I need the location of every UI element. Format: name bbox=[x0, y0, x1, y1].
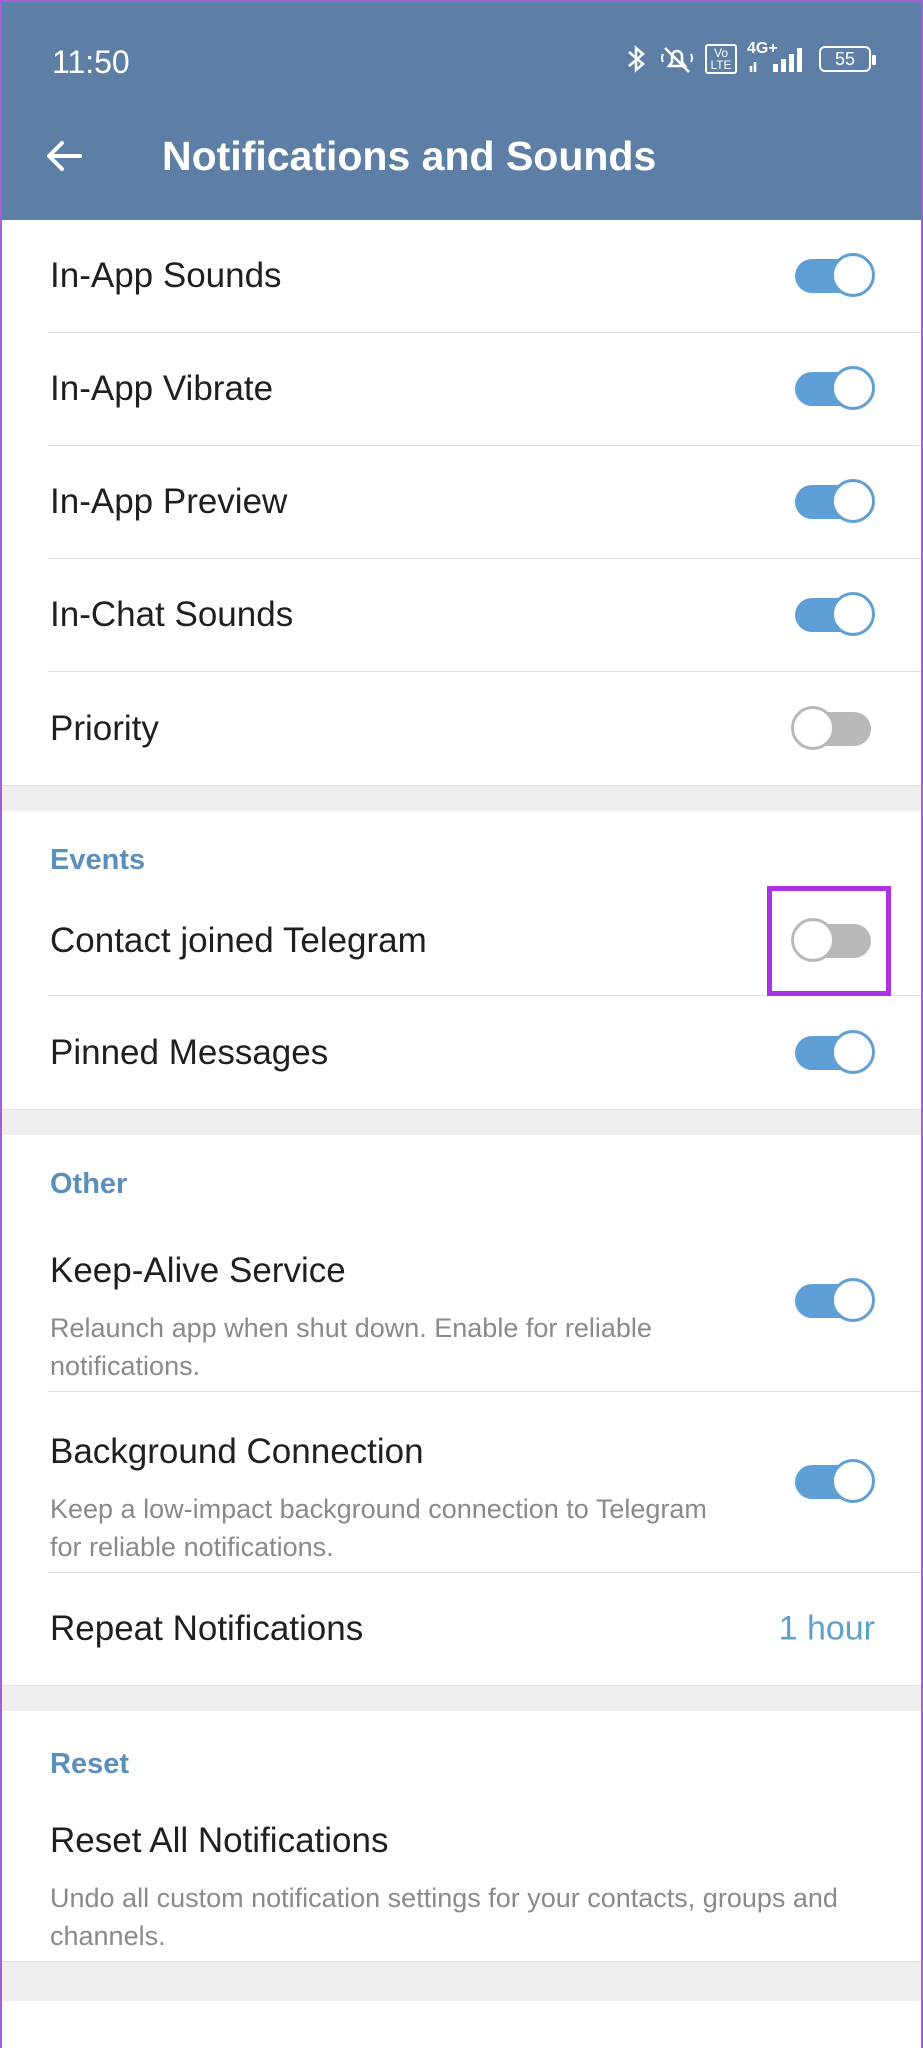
setting-keep-alive[interactable]: Keep-Alive Service Relaunch app when shu… bbox=[48, 1211, 923, 1392]
section-divider bbox=[0, 1685, 923, 1711]
setting-label: Repeat Notifications bbox=[50, 1609, 364, 1648]
toggle-knob bbox=[791, 705, 835, 750]
highlight-box bbox=[767, 886, 891, 996]
toggle-switch[interactable] bbox=[795, 366, 875, 410]
toggle-knob bbox=[831, 366, 875, 410]
status-icons: Vo LTE 4G+ 55 bbox=[625, 40, 876, 74]
status-bar: 11:50 Vo LTE 4G+ 55 bbox=[0, 0, 923, 120]
back-button[interactable] bbox=[38, 130, 90, 182]
toggle-switch[interactable] bbox=[795, 592, 875, 636]
section-title: Other bbox=[50, 1168, 128, 1200]
section-header-other: Other bbox=[0, 1135, 923, 1211]
toggle-knob bbox=[831, 1278, 875, 1322]
setting-pinned-messages[interactable]: Pinned Messages bbox=[48, 996, 923, 1109]
toggle-knob bbox=[831, 479, 875, 523]
app-bar: 11:50 Vo LTE 4G+ 55 Notifications and So… bbox=[0, 0, 923, 220]
toggle-switch[interactable] bbox=[795, 1029, 875, 1074]
setting-label: Background Connection bbox=[50, 1432, 424, 1471]
arrow-left-icon bbox=[47, 141, 82, 171]
battery-icon: 55 bbox=[819, 46, 876, 72]
setting-description: Keep a low-impact background connection … bbox=[50, 1494, 707, 1562]
setting-contact-joined[interactable]: Contact joined Telegram bbox=[48, 886, 923, 996]
section-title: Reset bbox=[50, 1748, 129, 1780]
setting-label: In-App Vibrate bbox=[50, 369, 274, 408]
setting-in-app-sounds[interactable]: In-App Sounds bbox=[48, 220, 923, 333]
setting-label: Keep-Alive Service bbox=[50, 1251, 346, 1290]
toggle-knob bbox=[831, 1029, 875, 1074]
setting-label: Pinned Messages bbox=[50, 1032, 329, 1072]
setting-in-chat-sounds[interactable]: In-Chat Sounds bbox=[48, 559, 923, 672]
setting-in-app-preview[interactable]: In-App Preview bbox=[48, 446, 923, 559]
status-time: 11:50 bbox=[52, 44, 130, 80]
setting-repeat-notifications[interactable]: Repeat Notifications 1 hour bbox=[48, 1573, 923, 1685]
settings-list: In-App Sounds In-App Vibrate In-App Prev… bbox=[0, 220, 923, 2001]
setting-label: In-Chat Sounds bbox=[50, 595, 294, 634]
section-divider bbox=[0, 1109, 923, 1135]
setting-label: Reset All Notifications bbox=[50, 1821, 389, 1860]
setting-description: Relaunch app when shut down. Enable for … bbox=[50, 1313, 652, 1381]
setting-label: In-App Preview bbox=[50, 482, 288, 521]
setting-label: Contact joined Telegram bbox=[50, 921, 427, 960]
setting-priority[interactable]: Priority bbox=[48, 672, 923, 785]
volte-icon: Vo LTE bbox=[705, 44, 737, 74]
setting-background-connection[interactable]: Background Connection Keep a low-impact … bbox=[48, 1392, 923, 1573]
section-divider bbox=[0, 785, 923, 811]
bluetooth-icon bbox=[625, 44, 649, 74]
page-title: Notifications and Sounds bbox=[162, 133, 657, 179]
section-header-reset: Reset bbox=[0, 1711, 923, 1791]
toggle-switch[interactable] bbox=[795, 1278, 875, 1322]
toggle-switch[interactable] bbox=[791, 705, 871, 750]
setting-description: Undo all custom notification settings fo… bbox=[50, 1883, 838, 1951]
toggle-knob bbox=[831, 253, 875, 297]
setting-label: Priority bbox=[50, 708, 159, 748]
section-divider bbox=[0, 1961, 923, 2001]
toggle-knob bbox=[831, 592, 875, 636]
toggle-knob bbox=[831, 1459, 875, 1503]
4g-signal-icon: 4G+ bbox=[747, 40, 809, 74]
toggle-switch[interactable] bbox=[795, 479, 875, 523]
setting-label: In-App Sounds bbox=[50, 256, 282, 295]
section-title: Events bbox=[50, 844, 146, 876]
toggle-switch[interactable] bbox=[795, 1459, 875, 1503]
section-header-events: Events bbox=[0, 811, 923, 887]
mute-icon bbox=[659, 44, 695, 74]
setting-in-app-vibrate[interactable]: In-App Vibrate bbox=[48, 333, 923, 446]
toggle-switch[interactable] bbox=[795, 253, 875, 297]
setting-value: 1 hour bbox=[778, 1609, 875, 1648]
setting-reset-all[interactable]: Reset All Notifications Undo all custom … bbox=[48, 1791, 923, 1961]
